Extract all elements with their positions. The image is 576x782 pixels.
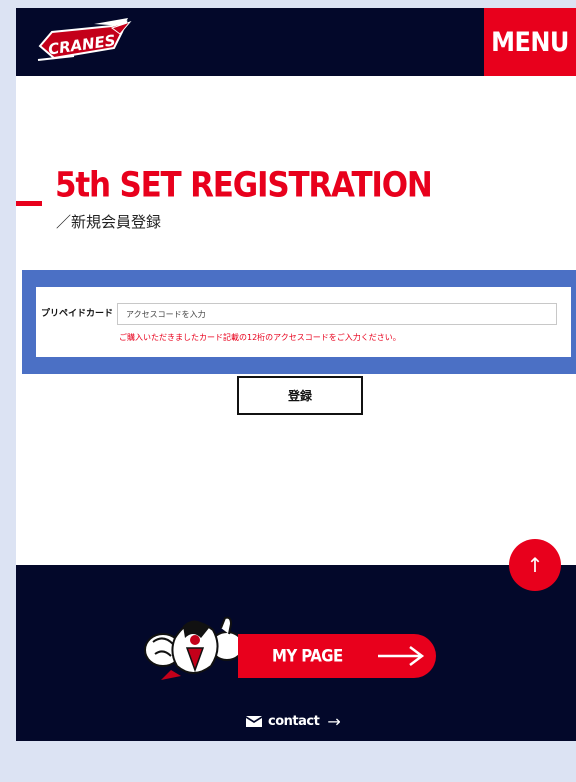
menu-label: MENU xyxy=(491,26,569,58)
scroll-to-top-button[interactable]: ↑ xyxy=(509,539,561,591)
prepaid-card-label: プリペイドカード xyxy=(41,309,114,319)
mascot-image xyxy=(144,616,244,680)
arrow-up-icon: ↑ xyxy=(526,553,544,577)
page-subtitle: ／新規会員登録 xyxy=(56,213,162,231)
access-code-note: ご購入いただきましたカード記載の12桁のアクセスコードをご入力ください。 xyxy=(119,333,401,342)
my-page-button[interactable]: MY PAGE xyxy=(238,634,436,678)
contact-label: contact xyxy=(268,714,320,729)
my-page-label: MY PAGE xyxy=(272,646,343,666)
cranes-logo[interactable]: CRANES xyxy=(34,18,132,66)
title-accent-bar xyxy=(16,201,42,206)
site-header: CRANES MENU xyxy=(16,8,576,76)
contact-link[interactable]: contact → xyxy=(246,712,341,731)
arrow-right-icon xyxy=(378,646,425,666)
register-button[interactable]: 登録 xyxy=(237,376,363,415)
envelope-icon xyxy=(246,716,262,727)
page-title: 5th SET REGISTRATION xyxy=(55,165,433,206)
access-code-input[interactable] xyxy=(117,303,557,325)
menu-button[interactable]: MENU xyxy=(484,8,576,76)
page-frame: CRANES MENU 5th SET REGISTRATION ／新規会員登録… xyxy=(16,8,576,741)
arrow-right-icon: → xyxy=(327,712,341,731)
